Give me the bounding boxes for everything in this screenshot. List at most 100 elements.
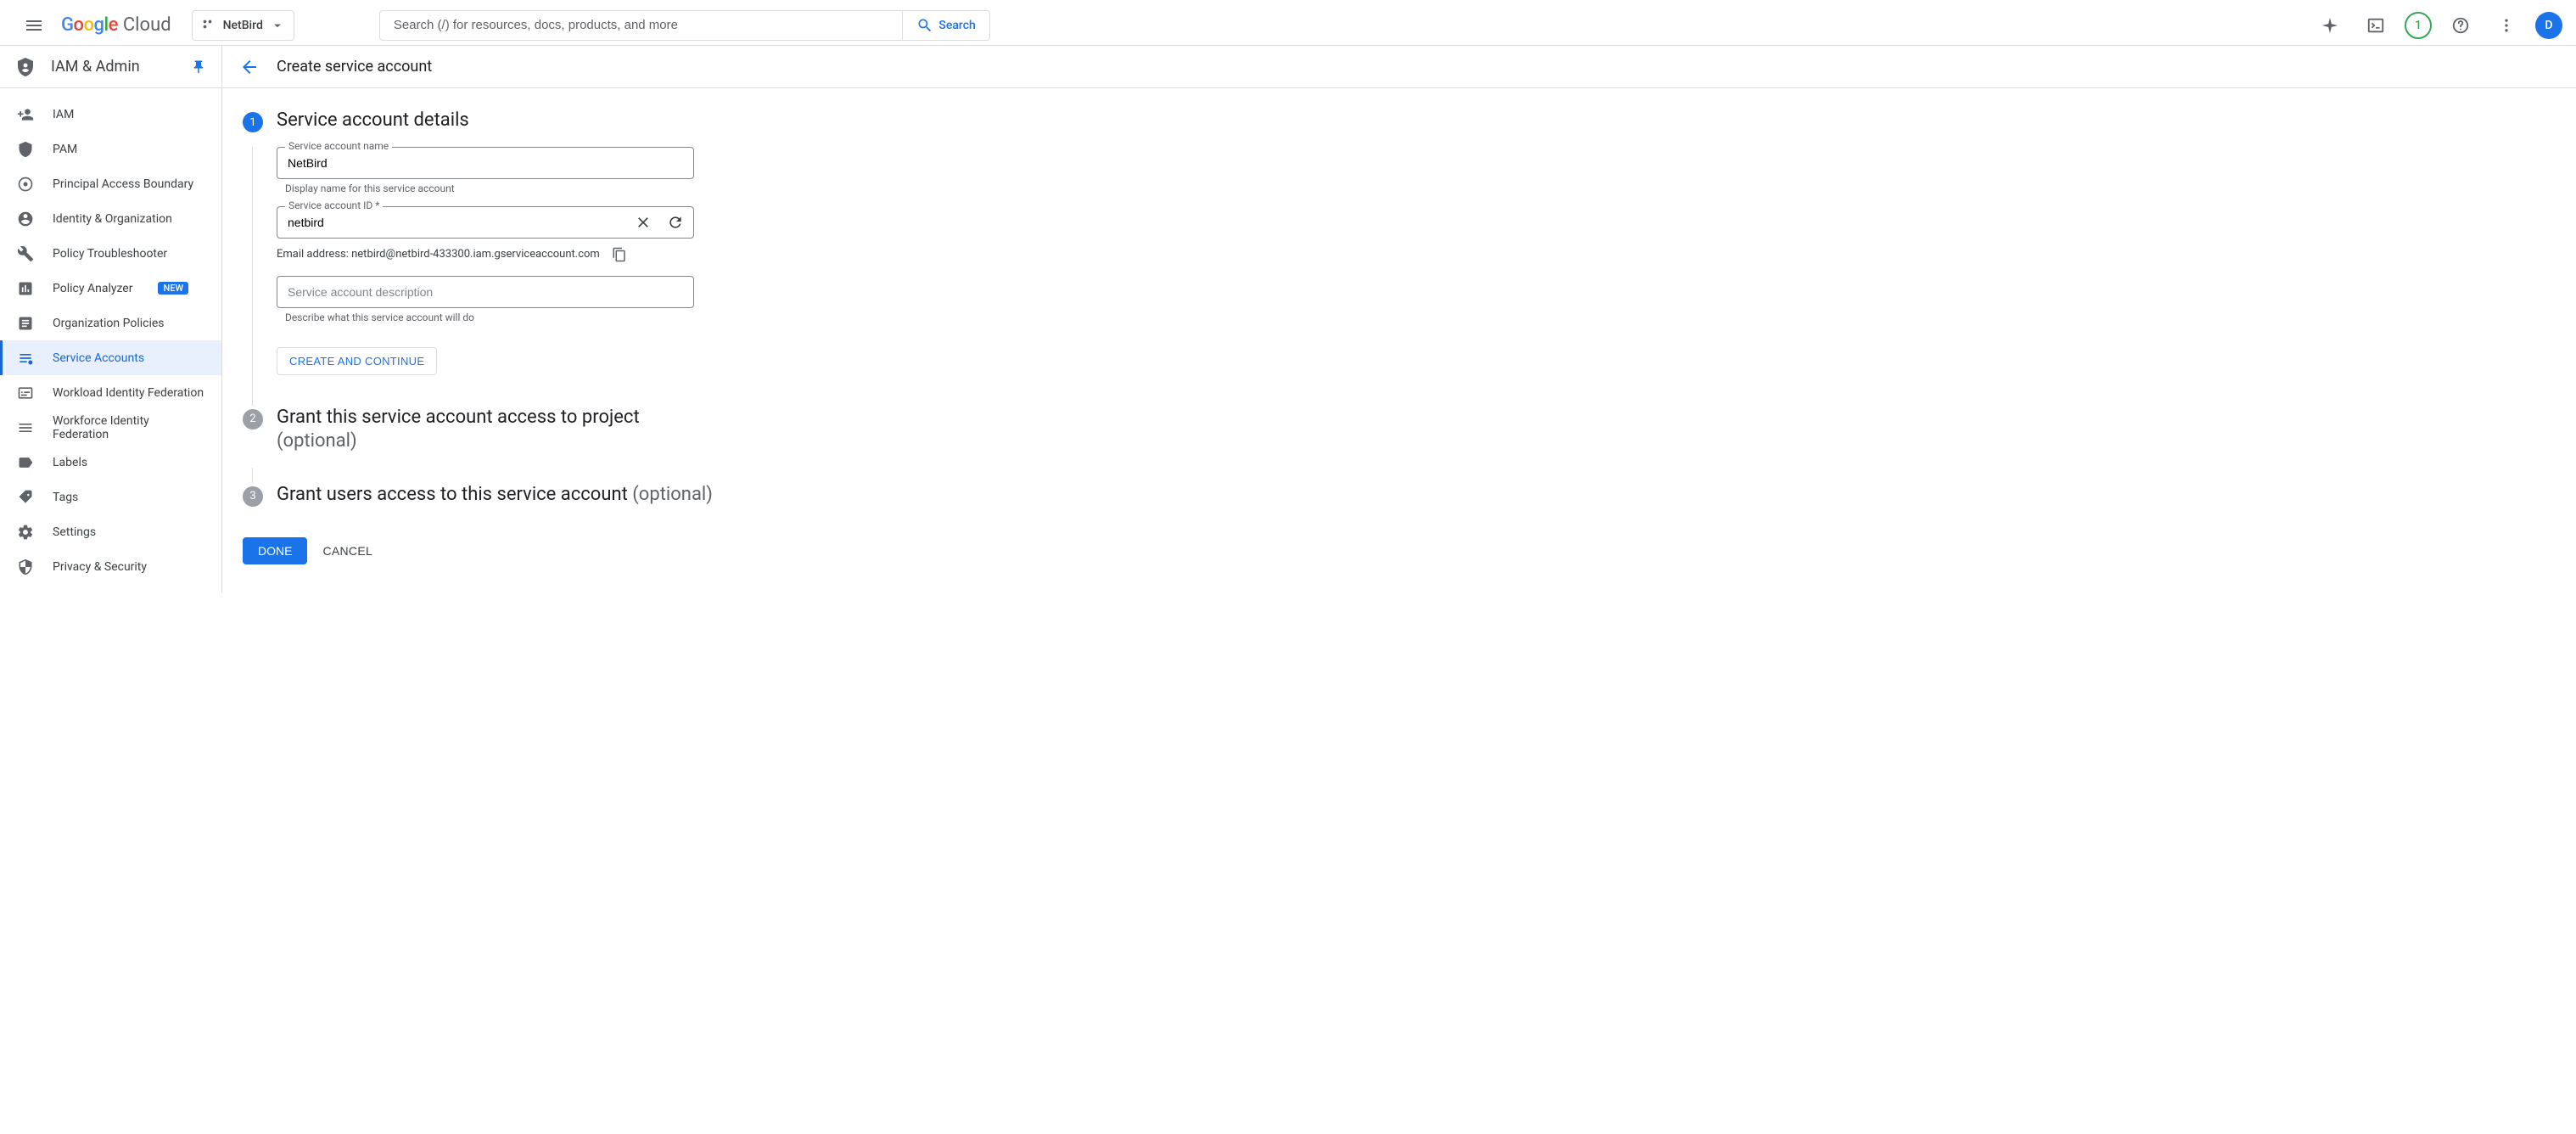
sidebar-item-tags[interactable]: Tags — [0, 480, 221, 514]
avatar-letter: D — [2545, 19, 2552, 32]
done-button[interactable]: DONE — [243, 537, 307, 564]
analyzer-icon — [17, 280, 34, 297]
sidebar-section-title: IAM & Admin — [51, 58, 176, 76]
account-icon — [17, 211, 34, 227]
terminal-icon — [2366, 16, 2385, 35]
copy-icon — [612, 247, 627, 262]
step-2-number: 2 — [243, 409, 263, 429]
cloud-shell-button[interactable] — [2359, 8, 2393, 42]
step-connector-line — [252, 468, 253, 483]
help-icon — [2451, 16, 2470, 35]
sidebar-item-workforce-identity-federation[interactable]: Workforce Identity Federation — [0, 410, 221, 445]
header-actions: 1 D — [2313, 8, 2562, 42]
sidebar-item-workload-identity-federation[interactable]: Workload Identity Federation — [0, 375, 221, 410]
search-button-label: Search — [938, 19, 975, 32]
sidebar-item-iam[interactable]: IAM — [0, 97, 221, 132]
clear-id-button[interactable] — [631, 211, 655, 234]
label-icon — [17, 454, 34, 471]
sidebar-item-label: IAM — [53, 108, 74, 121]
pin-sidebar-button[interactable] — [191, 59, 206, 75]
top-header: Google Cloud NetBird Search 1 D — [0, 0, 2576, 46]
google-cloud-logo[interactable]: Google Cloud — [61, 14, 171, 36]
step-3-title: Grant users access to this service accou… — [277, 483, 816, 508]
search-button[interactable]: Search — [902, 11, 988, 40]
sidebar-item-label: PAM — [53, 143, 77, 156]
form-actions: DONE CANCEL — [243, 537, 816, 564]
main-content: Create service account 1 Service account… — [222, 46, 2576, 592]
sidebar-item-service-accounts[interactable]: Service Accounts — [0, 340, 221, 375]
sidebar-item-label: Settings — [53, 525, 96, 539]
refresh-icon — [667, 214, 684, 231]
sidebar-item-label: Labels — [53, 456, 87, 469]
step-2-title: Grant this service account access to pro… — [277, 406, 816, 454]
id-field-label: Service account ID * — [285, 199, 383, 211]
step-connector-line — [252, 147, 253, 406]
service-account-icon — [17, 350, 34, 367]
sidebar-item-privacy-security[interactable]: Privacy & Security — [0, 549, 221, 584]
email-address-text: Email address: netbird@netbird-433300.ia… — [277, 248, 600, 261]
content-header: Create service account — [222, 46, 2576, 88]
sidebar-item-labels[interactable]: Labels — [0, 445, 221, 480]
sidebar-item-principal-access-boundary[interactable]: Principal Access Boundary — [0, 166, 221, 201]
gear-icon — [17, 524, 34, 541]
notifications-button[interactable]: 1 — [2405, 12, 2432, 39]
help-button[interactable] — [2444, 8, 2478, 42]
step-2-header[interactable]: 2 Grant this service account access to p… — [243, 406, 816, 468]
privacy-icon — [17, 559, 34, 575]
sidebar-item-label: Privacy & Security — [53, 560, 147, 574]
nav-menu-button[interactable] — [14, 5, 54, 46]
name-field-label: Service account name — [285, 140, 392, 152]
hamburger-icon — [24, 15, 44, 36]
step-1-number: 1 — [243, 112, 263, 132]
sidebar-item-organization-policies[interactable]: Organization Policies — [0, 306, 221, 340]
step-3-header[interactable]: 3 Grant users access to this service acc… — [243, 483, 816, 521]
step-1-body: Service account name Display name for th… — [243, 147, 816, 406]
copy-email-button[interactable] — [612, 247, 627, 262]
pin-icon — [191, 59, 206, 75]
sparkle-icon — [2321, 16, 2339, 35]
new-badge: NEW — [158, 282, 188, 295]
sidebar-item-identity-organization[interactable]: Identity & Organization — [0, 201, 221, 236]
iam-shield-icon — [15, 57, 36, 77]
project-name: NetBird — [223, 19, 263, 32]
sidebar-item-settings[interactable]: Settings — [0, 514, 221, 549]
sidebar-item-label: Organization Policies — [53, 317, 165, 330]
sidebar-item-policy-analyzer[interactable]: Policy Analyzer NEW — [0, 271, 221, 306]
back-button[interactable] — [239, 57, 260, 77]
workforce-icon — [17, 419, 34, 436]
step-3-number: 3 — [243, 486, 263, 507]
more-options-button[interactable] — [2489, 8, 2523, 42]
search-input[interactable] — [380, 11, 903, 40]
create-and-continue-button[interactable]: CREATE AND CONTINUE — [277, 347, 437, 375]
search-bar: Search — [379, 10, 990, 41]
sidebar-nav: IAM PAM Principal Access Boundary Identity … — [0, 88, 221, 592]
chevron-down-icon — [270, 18, 285, 33]
description-field-helper: Describe what this service account will … — [285, 312, 816, 323]
sidebar-item-label: Tags — [53, 491, 78, 504]
sidebar-item-label: Identity & Organization — [53, 212, 172, 226]
project-selector[interactable]: NetBird — [192, 10, 294, 41]
email-row: Email address: netbird@netbird-433300.ia… — [277, 247, 816, 262]
sidebar-item-label: Workforce Identity Federation — [53, 414, 204, 441]
cancel-button[interactable]: CANCEL — [322, 544, 372, 558]
service-account-description-input[interactable] — [277, 276, 694, 308]
cloud-wordmark: Cloud — [123, 14, 171, 36]
regenerate-id-button[interactable] — [664, 211, 687, 234]
person-add-icon — [17, 106, 34, 123]
wrench-icon — [17, 245, 34, 262]
gemini-button[interactable] — [2313, 8, 2347, 42]
step-3-optional: (optional) — [632, 484, 713, 505]
page-title: Create service account — [277, 58, 432, 76]
id-field-wrap: Service account ID * — [277, 206, 694, 239]
sidebar-item-pam[interactable]: PAM — [0, 132, 221, 166]
sidebar-item-policy-troubleshooter[interactable]: Policy Troubleshooter — [0, 236, 221, 271]
name-field-helper: Display name for this service account — [285, 182, 816, 194]
close-icon — [635, 214, 652, 231]
project-scope-icon — [201, 18, 216, 33]
sidebar-item-label: Policy Analyzer — [53, 282, 132, 295]
account-avatar[interactable]: D — [2535, 12, 2562, 39]
boundary-icon — [17, 176, 34, 193]
description-field-wrap — [277, 276, 816, 308]
step-2-optional: (optional) — [277, 430, 357, 452]
sidebar-item-label: Policy Troubleshooter — [53, 247, 167, 261]
